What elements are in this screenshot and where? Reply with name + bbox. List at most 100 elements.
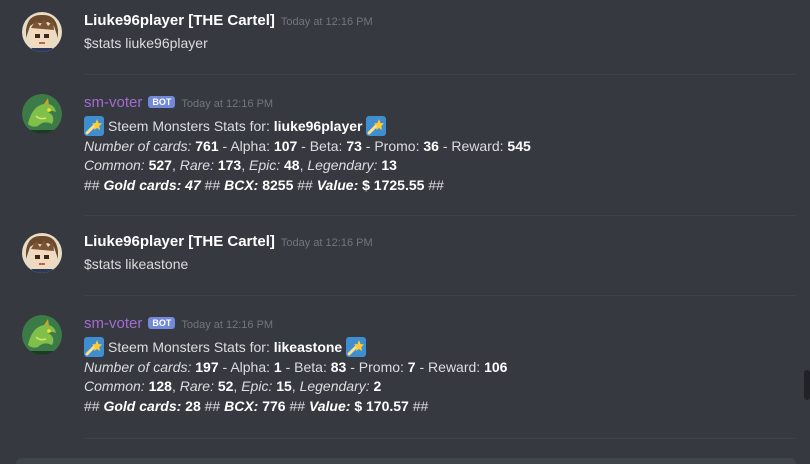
bcx-value: 8255	[262, 176, 294, 193]
promo-value: 7	[407, 358, 416, 375]
reward-label: Reward:	[451, 137, 504, 154]
user-avatar[interactable]	[22, 233, 62, 273]
rare-label: Rare:	[179, 378, 214, 394]
shooting-star-emoji-icon	[346, 337, 367, 357]
separator: ##	[297, 176, 313, 193]
common-value: 128	[148, 378, 172, 394]
epic-value: 15	[276, 378, 292, 394]
alpha-label: Alpha:	[230, 358, 271, 375]
timestamp: Today at 12:16 PM	[181, 319, 274, 331]
message-divider	[84, 215, 796, 216]
bot-username[interactable]: sm-voter	[84, 315, 142, 332]
separator: -	[222, 358, 228, 375]
alpha-value: 107	[273, 137, 298, 154]
legendary-value: 13	[381, 157, 397, 173]
shooting-star-emoji-icon	[84, 116, 104, 136]
epic-label: Epic:	[248, 157, 281, 173]
beta-value: 73	[346, 137, 362, 154]
separator: ,	[233, 378, 238, 394]
separator: ##	[412, 397, 429, 414]
bcx-value: 776	[262, 397, 286, 414]
promo-label: Promo:	[358, 358, 404, 375]
rare-value: 52	[217, 378, 234, 394]
bcx-label: BCX:	[224, 397, 259, 414]
separator: -	[285, 358, 291, 375]
message-input-edge[interactable]	[16, 458, 796, 464]
beta-label: Beta:	[294, 358, 327, 375]
shooting-star-emoji-icon	[366, 116, 387, 136]
card-counts-line: Number of cards: 197 - Alpha: 1 - Beta: …	[84, 358, 798, 378]
beta-label: Beta:	[309, 137, 343, 154]
stats-title-line: Steem Monsters Stats for: liuke96player	[84, 116, 798, 137]
timestamp: Today at 12:16 PM	[280, 16, 373, 28]
legendary-label: Legendary:	[299, 378, 370, 394]
separator: ,	[171, 157, 176, 173]
timestamp: Today at 12:16 PM	[181, 98, 274, 110]
reward-value: 106	[484, 358, 508, 375]
player-name: liuke96player	[273, 118, 363, 134]
separator: ##	[84, 176, 100, 193]
separator: -	[222, 137, 228, 154]
separator: ##	[428, 176, 444, 193]
bot-username[interactable]: sm-voter	[84, 94, 142, 111]
rare-value: 173	[217, 157, 242, 173]
value-amount: $ 1725.55	[362, 176, 425, 193]
rarity-line: Common: 128, Rare: 52, Epic: 15, Legenda…	[84, 377, 798, 397]
epic-value: 48	[284, 157, 300, 173]
beta-value: 83	[330, 358, 347, 375]
value-line: ## Gold cards: 28 ## BCX: 776 ## Value: …	[84, 397, 798, 417]
number-of-cards-label: Number of cards:	[84, 358, 192, 375]
user-avatar[interactable]	[22, 12, 62, 52]
reward-label: Reward:	[428, 358, 481, 375]
player-name: likeastone	[273, 339, 343, 355]
separator: ##	[289, 397, 306, 414]
separator: ,	[171, 378, 176, 394]
message-divider	[84, 438, 796, 439]
rarity-line: Common: 527, Rare: 173, Epic: 48, Legend…	[84, 156, 798, 176]
reward-value: 545	[507, 137, 531, 154]
separator: ,	[291, 378, 296, 394]
anime-avatar-icon	[22, 233, 62, 273]
bot-tag: BOT	[148, 317, 176, 329]
dragon-avatar-icon	[22, 94, 62, 134]
message-text: $stats likeastone	[84, 256, 189, 272]
timestamp: Today at 12:16 PM	[280, 237, 373, 249]
common-value: 527	[148, 157, 172, 173]
separator: -	[365, 137, 371, 154]
username[interactable]: Liuke96player [THE Cartel]	[84, 12, 275, 29]
alpha-value: 1	[273, 358, 282, 375]
common-label: Common:	[84, 157, 145, 173]
separator: -	[419, 358, 425, 375]
chat-messages: Liuke96player [THE Cartel] Today at 12:1…	[0, 0, 810, 464]
stats-title-line: Steem Monsters Stats for: likeastone	[84, 337, 798, 358]
bot-tag: BOT	[148, 96, 176, 108]
stats-label: Steem Monsters Stats for:	[108, 339, 270, 355]
message-divider	[84, 74, 796, 75]
promo-label: Promo:	[374, 137, 420, 154]
value-label: Value:	[308, 397, 351, 414]
rare-label: Rare:	[179, 157, 214, 173]
bot-avatar[interactable]	[22, 315, 62, 355]
separator: -	[301, 137, 306, 154]
legendary-value: 2	[373, 378, 382, 394]
gold-cards-value: 28	[185, 397, 201, 414]
promo-value: 36	[423, 137, 439, 154]
value-label: Value:	[316, 176, 359, 193]
alpha-label: Alpha:	[230, 137, 271, 154]
value-line: ## Gold cards: 47 ## BCX: 8255 ## Value:…	[84, 176, 798, 196]
separator: ,	[299, 157, 304, 173]
username[interactable]: Liuke96player [THE Cartel]	[84, 233, 275, 250]
gold-cards-label: Gold cards: 47	[103, 176, 201, 193]
number-of-cards-value: 761	[195, 137, 219, 154]
scrollbar-thumb[interactable]	[804, 370, 810, 400]
number-of-cards-value: 197	[195, 358, 219, 375]
message-divider	[84, 295, 796, 296]
shooting-star-emoji-icon	[84, 337, 104, 357]
anime-avatar-icon	[22, 12, 62, 52]
separator: ##	[204, 397, 221, 414]
value-amount: $ 170.57	[354, 397, 409, 414]
bot-avatar[interactable]	[22, 94, 62, 134]
legendary-label: Legendary:	[307, 157, 378, 173]
common-label: Common:	[84, 378, 145, 394]
separator: ##	[84, 397, 100, 414]
